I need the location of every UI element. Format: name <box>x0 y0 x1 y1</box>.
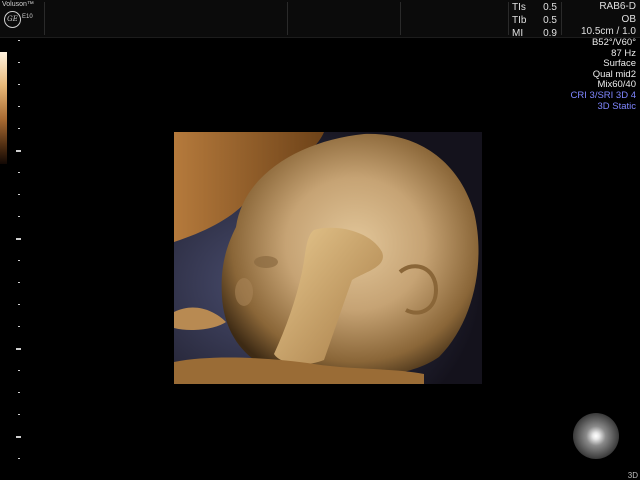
depth-tick-major <box>16 238 21 240</box>
header-cell <box>287 2 401 35</box>
depth-tick <box>18 128 20 129</box>
static-mode: 3D Static <box>597 100 636 112</box>
depth-tick <box>18 370 20 371</box>
depth-tick <box>18 106 20 107</box>
depth-tick-major <box>16 436 21 438</box>
depth-tick <box>18 260 20 261</box>
brand-logo-area: Voluson™ GE E10 <box>2 1 42 35</box>
depth-tick <box>18 194 20 195</box>
exam-preset: OB <box>621 13 636 25</box>
cri-sri-setting: CRI 3/SRI 3D 4 <box>570 89 636 101</box>
tis-value: 0.5 <box>543 2 557 13</box>
fetal-face-render <box>174 132 482 384</box>
mi-value: 0.9 <box>543 28 557 39</box>
tib-value: 0.5 <box>543 15 557 26</box>
depth-scale <box>16 40 26 480</box>
brand-name: Voluson™ <box>2 1 34 8</box>
ti-soft-row: TIs 0.5 <box>512 1 557 14</box>
depth-tick <box>18 62 20 63</box>
depth-tick <box>18 304 20 305</box>
depth-tick <box>18 84 20 85</box>
safety-indices: TIs 0.5 TIb 0.5 MI 0.9 <box>512 1 557 40</box>
depth-tick <box>18 40 20 41</box>
top-header-bar: Voluson™ GE E10 TIs 0.5 TIb 0.5 MI 0.9 R… <box>0 0 640 40</box>
model-name: E10 <box>22 14 33 20</box>
depth-tick-major <box>16 150 21 152</box>
header-cell <box>44 2 288 35</box>
depth-tick <box>18 458 20 459</box>
acquisition-parameters: B52°/V60° 87 Hz Surface Qual mid2 Mix60/… <box>570 37 636 112</box>
mi-row: MI 0.9 <box>512 27 557 40</box>
depth-tick <box>18 326 20 327</box>
depth-tick-major <box>16 348 21 350</box>
gray-scale-bar <box>0 52 7 164</box>
sweep-angles: B52°/V60° <box>591 37 636 48</box>
depth-tick <box>18 216 20 217</box>
depth-tick <box>18 282 20 283</box>
tib-label: TIb <box>512 15 527 26</box>
probe-name: RAB6-D <box>599 1 636 12</box>
probe-info: RAB6-D OB 10.5cm / 1.0 <box>566 1 636 39</box>
depth-tick <box>18 172 20 173</box>
3d-mode-label: 3D <box>627 471 638 480</box>
header-cell <box>400 2 509 35</box>
light-source-control-icon[interactable] <box>573 413 619 459</box>
ti-bone-row: TIb 0.5 <box>512 14 557 27</box>
tis-label: TIs <box>512 2 526 13</box>
3d-render-view[interactable] <box>174 132 482 384</box>
depth-tick <box>18 392 20 393</box>
mi-label: MI <box>512 28 524 39</box>
depth-tick <box>18 414 20 415</box>
ge-logo-icon: GE <box>4 11 21 28</box>
